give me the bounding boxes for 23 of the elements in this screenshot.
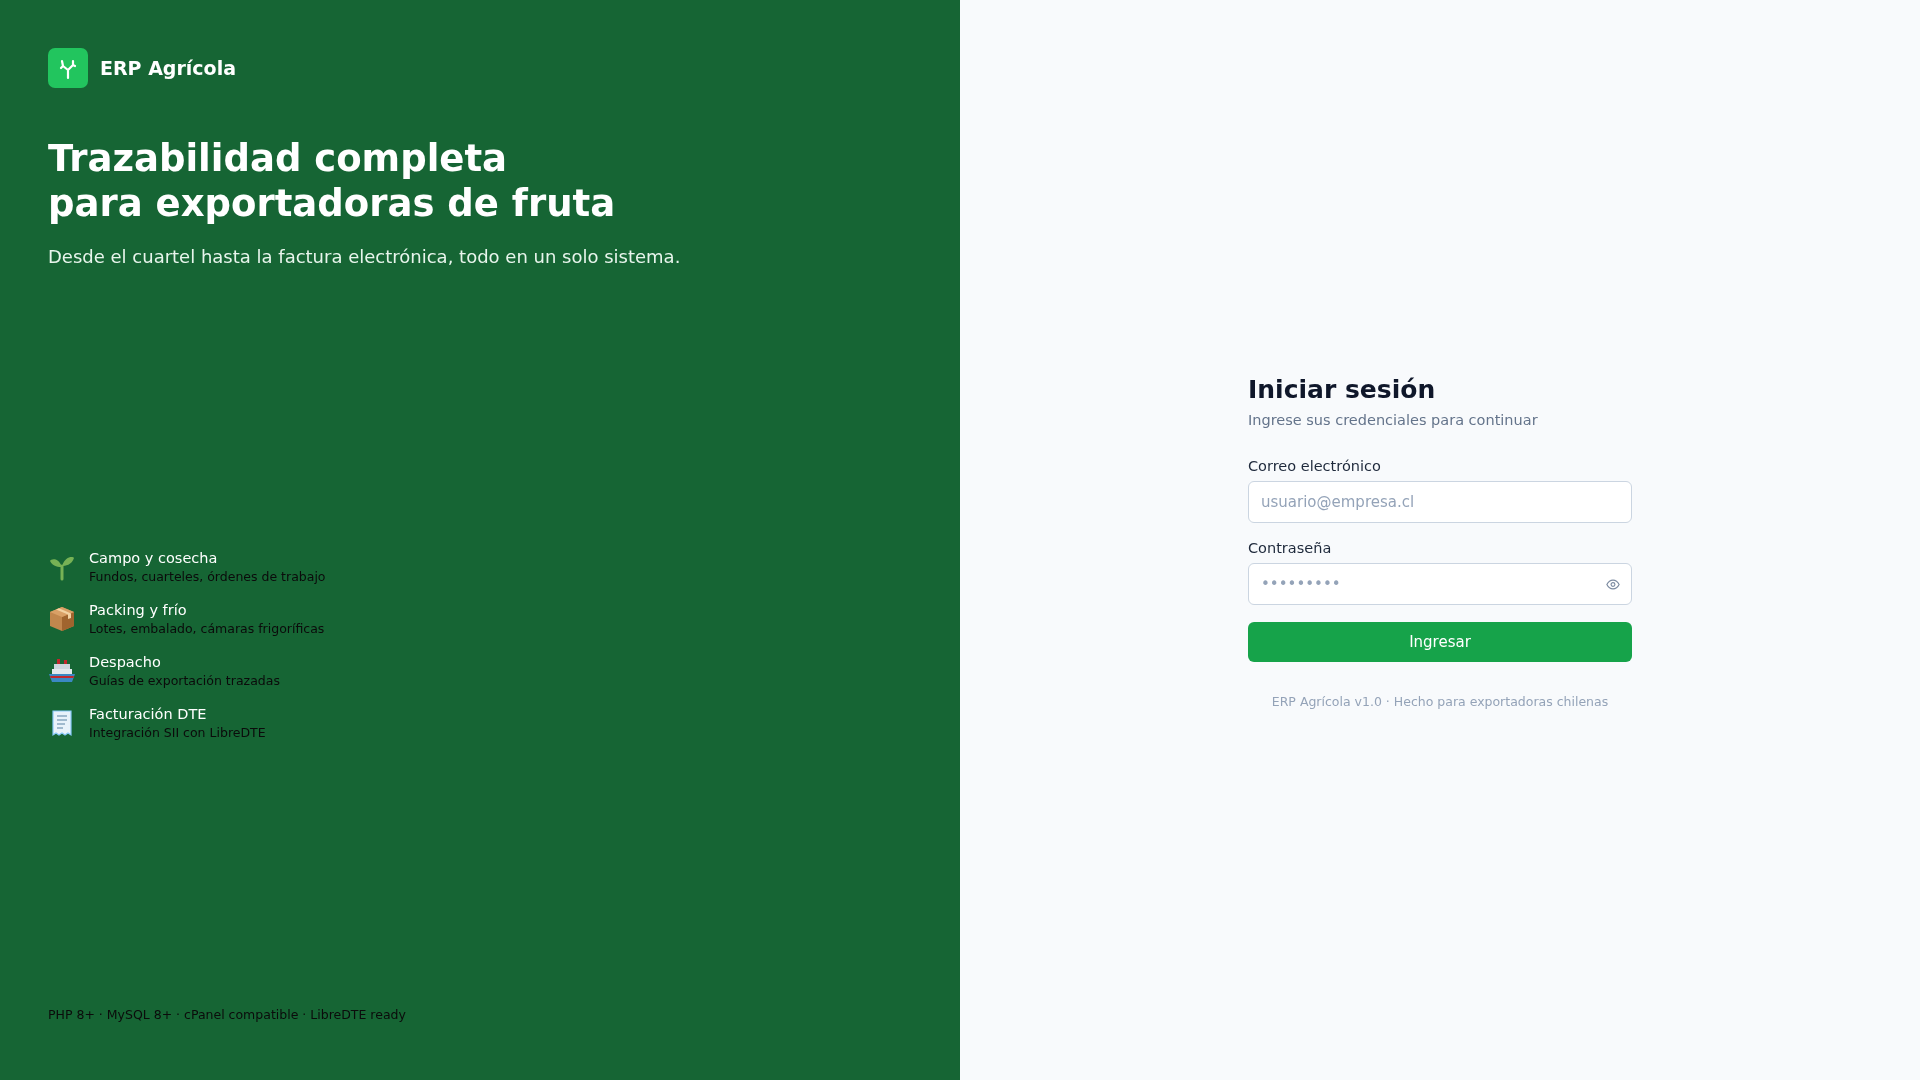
email-field[interactable]: usuario@empresa.cl (1248, 481, 1632, 523)
email-label: Correo electrónico (1248, 458, 1382, 474)
feature-title: Despacho (89, 654, 162, 670)
version-footer: ERP Agrícola v1.0 · Hecho para exportadoras chilenas (1248, 694, 1632, 709)
tech-footer: PHP 8+ · MySQL 8+ · cPanel compatible · LibreDTE ready (48, 1007, 912, 1022)
hero-title: Trazabilidad completa para exportadoras de fruta (48, 136, 617, 226)
feature-title: Campo y cosecha (89, 550, 219, 566)
feature-description: Fundos, cuarteles, órdenes de trabajo (89, 569, 326, 584)
feature-title: Packing y frío (89, 602, 188, 618)
box-icon (48, 605, 76, 633)
brand-name: ERP Agrícola (100, 57, 236, 79)
login-title: Iniciar sesión (1248, 375, 1437, 404)
password-label: Contraseña (1248, 540, 1333, 556)
eye-icon[interactable] (1606, 579, 1620, 590)
login-subtitle: Ingrese sus credenciales para continuar (1248, 412, 1539, 428)
submit-button[interactable]: Ingresar (1248, 622, 1632, 662)
feature-description: Integración SII con LibreDTE (89, 725, 266, 740)
feature-description: Guías de exportación trazadas (89, 673, 280, 688)
feature-description: Lotes, embalado, cámaras frigoríficas (89, 621, 325, 636)
hero-subtitle: Desde el cuartel hasta la factura electrónica, todo en un solo sistema. (48, 246, 682, 267)
ship-icon (48, 657, 76, 685)
password-field[interactable]: ••••••••• (1248, 563, 1632, 605)
feature-title: Facturación DTE (89, 706, 208, 722)
